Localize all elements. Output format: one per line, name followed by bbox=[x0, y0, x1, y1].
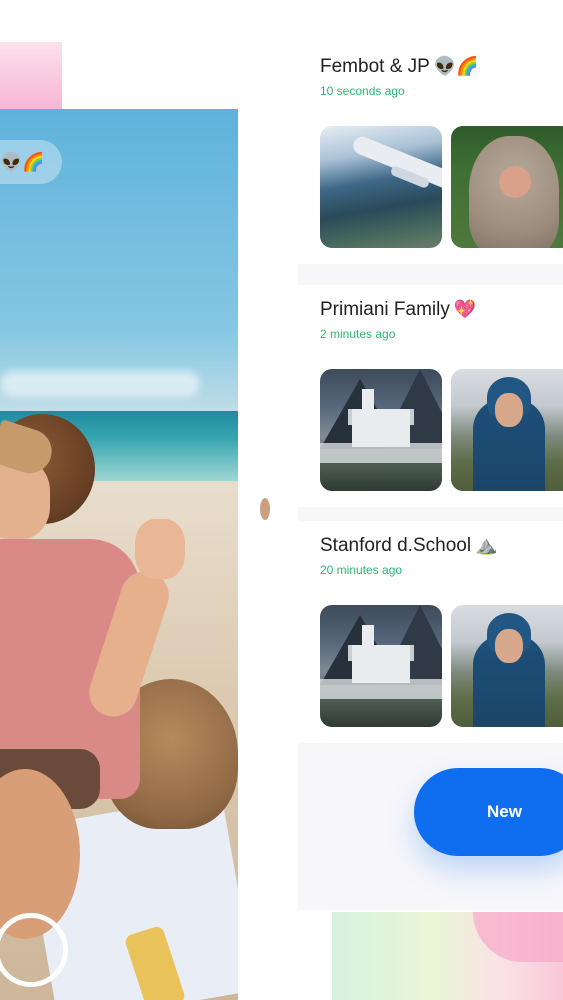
story-emoji-chip: 👽🌈 bbox=[0, 140, 62, 184]
group-card[interactable]: Primiani Family 💖 2 minutes ago bbox=[298, 285, 563, 507]
group-timestamp: 2 minutes ago bbox=[320, 327, 396, 341]
story-emoji: 👽🌈 bbox=[0, 151, 45, 173]
decorative-pink-blob bbox=[0, 42, 62, 112]
group-card[interactable]: Fembot & JP 👽🌈 10 seconds ago bbox=[298, 42, 563, 264]
decorative-gradient-blob bbox=[332, 912, 563, 1000]
group-emoji: 💖 bbox=[453, 299, 477, 320]
photo-thumbnail[interactable] bbox=[451, 126, 563, 248]
group-timestamp: 20 minutes ago bbox=[320, 563, 403, 577]
photo-thumbnail[interactable] bbox=[451, 369, 563, 491]
group-emoji: ⛰️ bbox=[475, 535, 498, 556]
group-title: Fembot & JP 👽🌈 bbox=[320, 56, 479, 77]
new-button[interactable]: New bbox=[414, 768, 563, 856]
story-photo[interactable]: 👽🌈 bbox=[0, 109, 238, 1000]
group-emoji: 👽🌈 bbox=[433, 56, 479, 77]
avatar bbox=[260, 498, 270, 520]
photo-thumbnail[interactable] bbox=[451, 605, 563, 727]
group-card[interactable]: Stanford d.School ⛰️ 20 minutes ago bbox=[298, 521, 563, 743]
photo-thumbnail[interactable] bbox=[320, 126, 442, 248]
photo-thumbnail[interactable] bbox=[320, 369, 442, 491]
group-title: Primiani Family 💖 bbox=[320, 299, 477, 320]
group-title: Stanford d.School ⛰️ bbox=[320, 535, 498, 556]
photo-thumbnail[interactable] bbox=[320, 605, 442, 727]
group-timestamp: 10 seconds ago bbox=[320, 84, 405, 98]
